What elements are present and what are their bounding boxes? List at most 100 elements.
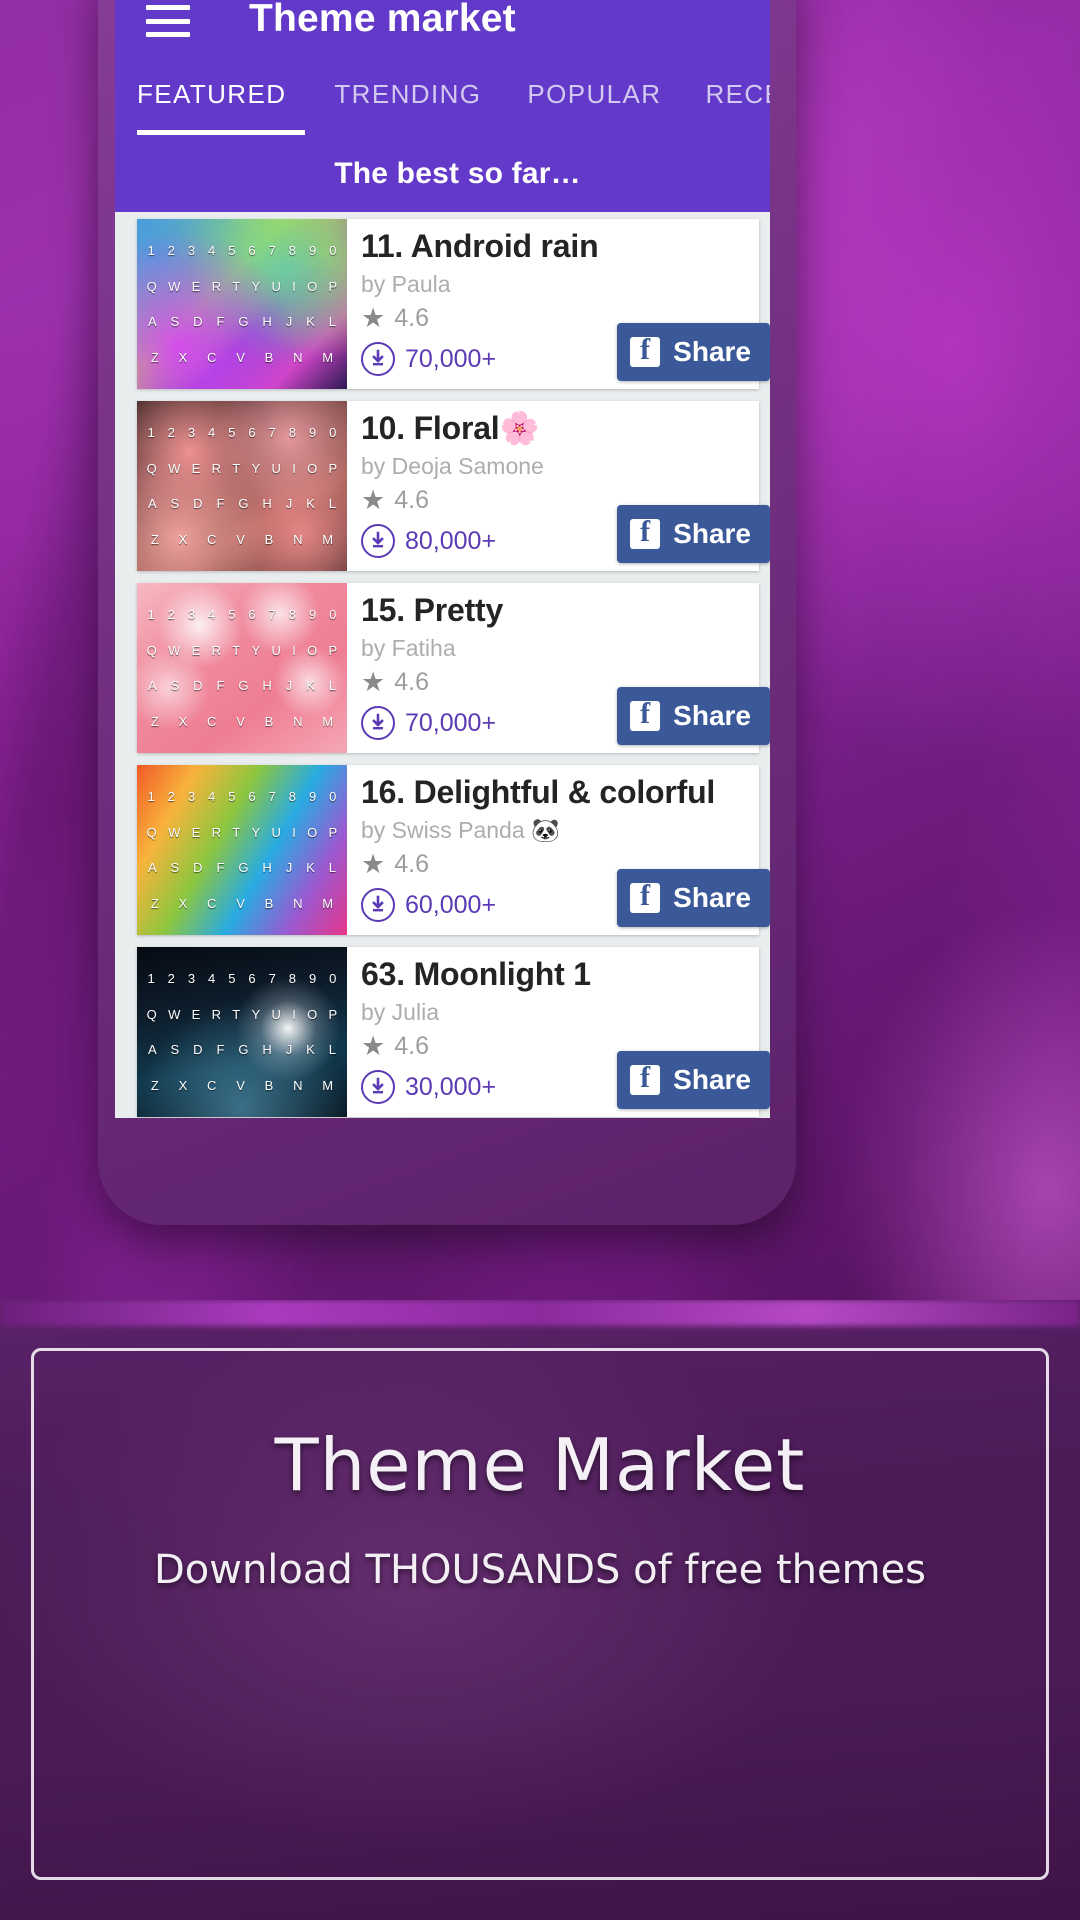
keyboard-row-3: ZXCVBNM	[141, 896, 343, 911]
download-circle-icon	[361, 342, 395, 376]
keyboard-key: U	[271, 1006, 281, 1022]
promo-banner-frame: Theme Market Download THOUSANDS of free …	[31, 1348, 1049, 1880]
keyboard-key: 1	[147, 789, 155, 805]
share-button-label: Share	[673, 1064, 751, 1095]
keyboard-key: G	[238, 678, 249, 694]
download-count: 70,000+	[405, 708, 497, 737]
keyboard-key: B	[264, 713, 274, 729]
keyboard-row-3: ZXCVBNM	[141, 350, 343, 365]
keyboard-key: U	[271, 278, 281, 294]
keyboard-key: 0	[329, 971, 337, 987]
download-count: 60,000+	[405, 890, 497, 919]
theme-thumbnail[interactable]: 1234567890 QWERTYUIOP ASDFGHJKL Z X C V B N M	[137, 583, 347, 753]
keyboard-key: A	[147, 314, 157, 330]
keyboard-key: O	[307, 460, 318, 476]
keyboard-key: V	[236, 1077, 245, 1093]
keyboard-key: 7	[268, 971, 276, 987]
keyboard-key: E	[191, 1006, 201, 1022]
keyboard-key: 4	[208, 243, 216, 259]
keyboard-key: R	[211, 460, 221, 476]
keyboard-key: 4	[208, 425, 216, 441]
keyboard-key: 6	[248, 425, 256, 441]
download-count: 80,000+	[405, 526, 497, 555]
rating-value: 4.6	[394, 1032, 429, 1060]
keyboard-key: 9	[308, 607, 317, 623]
theme-thumbnail[interactable]: 1234567890 QWERTYUIOP ASDFGHJKL Z X C V B N M	[137, 401, 347, 571]
keyboard-key: E	[191, 278, 201, 294]
theme-card[interactable]: 1234567890 QWERTYUIOP ASDFGHJKL ZXCVBNM …	[137, 583, 770, 753]
theme-thumbnail[interactable]: 1234567890 QWERTYUIOP ASDFGHJKL Z X C V B N M	[137, 219, 347, 389]
phone-device-frame: Theme market FEATURED TRENDING POPULAR R…	[98, 0, 796, 1225]
keyboard-key: G	[238, 1042, 249, 1058]
phone-screen: Theme market FEATURED TRENDING POPULAR R…	[115, 0, 770, 1118]
theme-author: by Deoja Samone	[361, 453, 544, 479]
keyboard-key: J	[285, 860, 293, 876]
keyboard-row-digits: 1234567890	[141, 789, 343, 804]
keyboard-key: K	[306, 496, 315, 512]
keyboard-key: D	[193, 1042, 203, 1058]
keyboard-key: R	[211, 278, 221, 294]
keyboard-key: R	[211, 1006, 221, 1022]
keyboard-key: 1	[147, 607, 155, 623]
keyboard-key: 8	[288, 789, 297, 805]
theme-author: by Swiss Panda 🐼	[361, 817, 560, 843]
keyboard-key: 5	[228, 971, 236, 987]
keyboard-key: 5	[228, 607, 236, 623]
theme-list[interactable]: 1234567890 QWERTYUIOP ASDFGHJKL ZXCVBNM …	[115, 212, 770, 1118]
keyboard-key: F	[216, 314, 225, 330]
theme-card[interactable]: 1234567890 QWERTYUIOP ASDFGHJKL ZXCVBNM …	[137, 765, 770, 935]
theme-card[interactable]: 1234567890 QWERTYUIOP ASDFGHJKL ZXCVBNM …	[137, 947, 770, 1117]
theme-thumbnail[interactable]: 1234567890 QWERTYUIOP ASDFGHJKL Z X C V B N M	[137, 765, 347, 935]
keyboard-key: P	[328, 278, 338, 294]
keyboard-key: 3	[187, 243, 196, 259]
tab-popular[interactable]: POPULAR	[527, 73, 661, 110]
keyboard-key: 6	[248, 789, 256, 805]
keyboard-key: K	[306, 1042, 315, 1058]
keyboard-key: C	[207, 1077, 217, 1093]
keyboard-row-digits: 1234567890	[141, 425, 343, 440]
keyboard-key: L	[328, 496, 336, 512]
star-icon: ★	[361, 485, 386, 515]
keyboard-key: 7	[268, 789, 276, 805]
download-count: 30,000+	[405, 1072, 497, 1101]
keyboard-key: M	[322, 349, 334, 365]
download-circle-icon	[361, 706, 395, 740]
keyboard-key: Y	[251, 1006, 261, 1022]
keyboard-row-digits: 1234567890	[141, 607, 343, 622]
keyboard-key: E	[191, 824, 201, 840]
keyboard-row-digits: 1234567890	[141, 971, 343, 986]
keyboard-key: B	[264, 895, 274, 911]
share-button[interactable]: Share	[617, 869, 770, 927]
hamburger-menu-icon[interactable]	[146, 2, 190, 40]
tab-featured[interactable]: FEATURED	[137, 73, 286, 110]
keyboard-key: J	[285, 496, 293, 512]
keyboard-key: A	[147, 860, 157, 876]
keyboard-key: 0	[329, 243, 337, 259]
theme-card[interactable]: 1234567890 QWERTYUIOP ASDFGHJKL ZXCVBNM …	[137, 219, 770, 389]
theme-thumbnail[interactable]: 1234567890 QWERTYUIOP ASDFGHJKL Z X C V B N M	[137, 947, 347, 1117]
keyboard-key: B	[264, 531, 274, 547]
keyboard-key: 7	[268, 607, 276, 623]
tab-recent[interactable]: RECENT	[705, 73, 770, 110]
keyboard-key: 2	[167, 971, 175, 987]
theme-card[interactable]: 1234567890 QWERTYUIOP ASDFGHJKL ZXCVBNM …	[137, 401, 770, 571]
keyboard-key: T	[232, 1006, 241, 1022]
share-button[interactable]: Share	[617, 505, 770, 563]
keyboard-key: L	[328, 860, 336, 876]
keyboard-preview: 1234567890 QWERTYUIOP ASDFGHJKL Z X C V B N M	[137, 765, 347, 935]
theme-title: 11. Android rain	[361, 228, 599, 264]
keyboard-key: Q	[146, 824, 157, 840]
share-button[interactable]: Share	[617, 323, 770, 381]
keyboard-key: J	[285, 678, 293, 694]
share-button[interactable]: Share	[617, 1051, 770, 1109]
keyboard-key: P	[328, 824, 338, 840]
share-button[interactable]: Share	[617, 687, 770, 745]
keyboard-key: 0	[329, 789, 337, 805]
keyboard-row-2: ASDFGHJKL	[141, 860, 343, 875]
tab-trending[interactable]: TRENDING	[334, 73, 481, 110]
keyboard-key: P	[328, 460, 338, 476]
keyboard-key: N	[293, 1077, 303, 1093]
section-heading-band: The best so far…	[115, 135, 770, 212]
keyboard-key: X	[178, 713, 188, 729]
keyboard-key: E	[191, 460, 201, 476]
